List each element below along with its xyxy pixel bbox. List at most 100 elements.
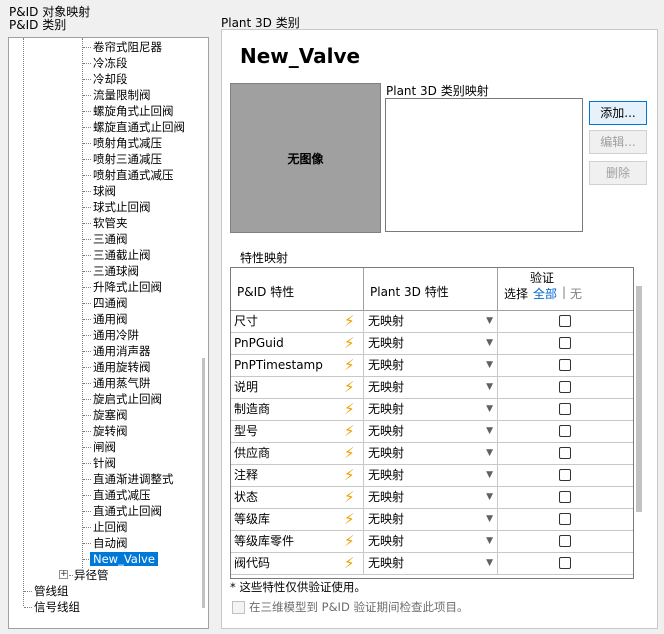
chevron-down-icon: ▼: [486, 514, 493, 524]
tree-item[interactable]: 卷帘式阻尼器: [93, 39, 162, 55]
plant3d-property-cell[interactable]: 无映射 ▼: [364, 377, 498, 398]
tree-item[interactable]: 螺旋角式止回阀: [93, 103, 174, 119]
plant3d-property-dropdown[interactable]: 无映射 ▼: [365, 466, 495, 485]
tree-item[interactable]: 螺旋直通式止回阀: [93, 119, 185, 135]
class-title: New_Valve: [240, 44, 361, 68]
verify-checkbox[interactable]: [559, 447, 571, 459]
plant3d-property-cell[interactable]: 无映射 ▼: [364, 553, 498, 574]
verify-checkbox[interactable]: [559, 491, 571, 503]
plant3d-property-cell[interactable]: 无映射 ▼: [364, 443, 498, 464]
plant3d-property-dropdown[interactable]: 无映射 ▼: [365, 532, 495, 551]
property-row: 状态 ⚡ 无映射 ▼: [231, 487, 633, 509]
verify-cell: [498, 553, 632, 574]
verify-checkbox[interactable]: [559, 381, 571, 393]
plant3d-property-dropdown[interactable]: 无映射 ▼: [365, 422, 495, 441]
verify-checkbox[interactable]: [559, 469, 571, 481]
plant3d-property-cell[interactable]: 无映射 ▼: [364, 311, 498, 332]
verify-checkbox[interactable]: [559, 337, 571, 349]
plant3d-property-cell[interactable]: 无映射 ▼: [364, 355, 498, 376]
tree-item[interactable]: 冷冻段: [93, 55, 128, 71]
tree-item[interactable]: 升降式止回阀: [93, 279, 162, 295]
add-button[interactable]: 添加...: [589, 101, 647, 125]
tree-item[interactable]: 通用蒸气阱: [93, 375, 151, 391]
tree-item[interactable]: 球式止回阀: [93, 199, 151, 215]
plant3d-property-dropdown[interactable]: 无映射 ▼: [365, 488, 495, 507]
grid-scrollbar[interactable]: [636, 286, 642, 512]
edit-button[interactable]: 编辑...: [589, 130, 647, 154]
tree-item[interactable]: 通用消声器: [93, 343, 151, 359]
verify-checkbox[interactable]: [559, 557, 571, 569]
plant3d-property-cell[interactable]: 无映射 ▼: [364, 465, 498, 486]
plant3d-property-dropdown[interactable]: 无映射 ▼: [365, 334, 495, 353]
tree-item[interactable]: 通用旋转阀: [93, 359, 151, 375]
tree-item[interactable]: 旋转阀: [93, 423, 128, 439]
property-row: 尺寸 ⚡ 无映射 ▼: [231, 311, 633, 333]
plant3d-property-dropdown[interactable]: 无映射 ▼: [365, 400, 495, 419]
tree-item-pipes[interactable]: 异径管: [74, 567, 109, 583]
tree-item[interactable]: 直通渐进调整式: [93, 471, 174, 487]
pid-class-tree[interactable]: 卷帘式阻尼器 冷冻段 冷却段 流量限制阀 螺旋角式止回阀 螺旋直通式止回阀 喷射角式减压 喷射…: [8, 37, 209, 629]
verify-checkbox[interactable]: [559, 535, 571, 547]
plant3d-property-dropdown[interactable]: 无映射 ▼: [365, 312, 495, 331]
tree-item[interactable]: 冷却段: [93, 71, 128, 87]
tree-connector: [83, 335, 91, 336]
plant3d-property-dropdown[interactable]: 无映射 ▼: [365, 510, 495, 529]
tree-connector: [83, 319, 91, 320]
plant3d-property-cell[interactable]: 无映射 ▼: [364, 333, 498, 354]
pid-property-name: 等级库: [234, 512, 271, 526]
tree-item[interactable]: 闸阀: [93, 439, 116, 455]
tree-item[interactable]: 针阀: [93, 455, 116, 471]
verify-check-checkbox[interactable]: [232, 601, 245, 614]
expand-plus-icon[interactable]: +: [59, 570, 68, 579]
property-row: PnPGuid ⚡ 无映射 ▼: [231, 333, 633, 355]
tree-connector: [83, 527, 91, 528]
verify-checkbox[interactable]: [559, 513, 571, 525]
verify-checkbox[interactable]: [559, 359, 571, 371]
tree-scrollbar[interactable]: [202, 358, 205, 608]
pid-property-name: 供应商: [234, 446, 271, 460]
class-mapping-list[interactable]: [385, 98, 583, 232]
plant3d-property-cell[interactable]: 无映射 ▼: [364, 531, 498, 552]
plant3d-property-cell[interactable]: 无映射 ▼: [364, 487, 498, 508]
tree-item-pipeline-group[interactable]: 管线组: [34, 583, 69, 599]
plant3d-property-cell[interactable]: 无映射 ▼: [364, 509, 498, 530]
tree-item[interactable]: 三通阀: [93, 231, 128, 247]
tree-item[interactable]: 旋启式止回阀: [93, 391, 162, 407]
select-none-link[interactable]: 无: [570, 285, 582, 302]
plant3d-property-cell[interactable]: 无映射 ▼: [364, 421, 498, 442]
tree-item[interactable]: 旋塞阀: [93, 407, 128, 423]
tree-item[interactable]: 通用冷阱: [93, 327, 139, 343]
verify-checkbox[interactable]: [559, 403, 571, 415]
pid-property-name: 型号: [234, 424, 259, 438]
tree-item[interactable]: 三通球阀: [93, 263, 139, 279]
tree-item[interactable]: 软管夹: [93, 215, 128, 231]
tree-item[interactable]: 喷射角式减压: [93, 135, 162, 151]
tree-item[interactable]: 流量限制阀: [93, 87, 151, 103]
select-all-link[interactable]: 全部: [533, 285, 557, 302]
tree-item[interactable]: 直通式减压: [93, 487, 151, 503]
tree-item[interactable]: 喷射三通减压: [93, 151, 162, 167]
tree-item[interactable]: 通用阀: [93, 311, 128, 327]
tree-item-signal-line[interactable]: 信号线组: [34, 599, 80, 615]
chevron-down-icon: ▼: [486, 558, 493, 568]
plant3d-property-dropdown[interactable]: 无映射 ▼: [365, 554, 495, 573]
tree-item[interactable]: 自动阀: [93, 535, 128, 551]
tree-item[interactable]: 止回阀: [93, 519, 128, 535]
tree-item[interactable]: 直通式止回阀: [93, 503, 162, 519]
verify-checkbox[interactable]: [559, 315, 571, 327]
plant3d-property-dropdown[interactable]: 无映射 ▼: [365, 444, 495, 463]
plant3d-property-dropdown[interactable]: 无映射 ▼: [365, 356, 495, 375]
tree-connector: [83, 543, 91, 544]
tree-item[interactable]: 四通阀: [93, 295, 128, 311]
tree-item-new-valve[interactable]: New_Valve: [90, 551, 158, 567]
delete-button[interactable]: 删除: [589, 161, 647, 185]
verify-checkbox[interactable]: [559, 425, 571, 437]
tree-item[interactable]: 球阀: [93, 183, 116, 199]
tree-connector: [69, 575, 73, 576]
tree-item[interactable]: 三通截止阀: [93, 247, 151, 263]
tree-connector: [83, 447, 91, 448]
plant3d-property-dropdown[interactable]: 无映射 ▼: [365, 378, 495, 397]
plant3d-property-cell[interactable]: 无映射 ▼: [364, 399, 498, 420]
tree-item[interactable]: 喷射直通式减压: [93, 167, 174, 183]
plant3d-property-value: 无映射: [368, 512, 405, 526]
